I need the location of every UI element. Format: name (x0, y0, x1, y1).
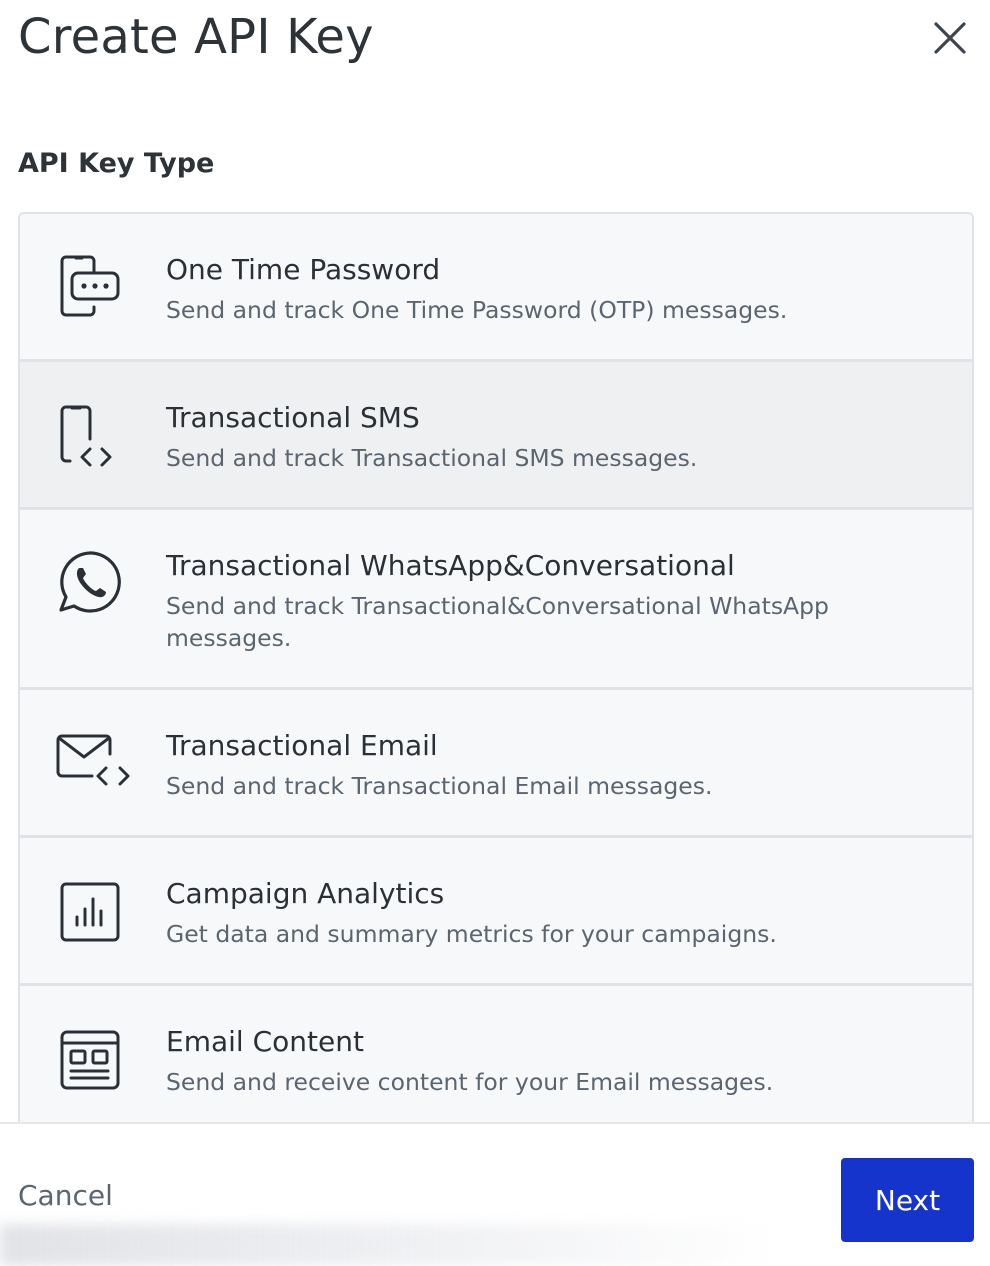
email-code-icon (52, 722, 136, 802)
option-title: Transactional WhatsApp&Conversational (166, 549, 735, 582)
close-icon (933, 21, 967, 55)
option-transactional-sms[interactable]: Transactional SMS Send and track Transac… (20, 362, 972, 510)
option-description: Send and track Transactional SMS message… (166, 444, 698, 472)
option-description: Send and track Transactional Email messa… (166, 772, 713, 800)
option-description: Send and track Transactional&Conversatio… (166, 592, 829, 652)
option-email-content[interactable]: Email Content Send and receive content f… (20, 986, 972, 1123)
api-key-type-label: API Key Type (18, 148, 215, 179)
option-title: Transactional Email (166, 729, 438, 762)
footer-shadow (0, 1224, 780, 1266)
api-key-type-list: One Time Password Send and track One Tim… (18, 212, 974, 1123)
option-title: Campaign Analytics (166, 877, 445, 910)
option-description: Send and receive content for your Email … (166, 1068, 774, 1096)
next-button[interactable]: Next (841, 1158, 974, 1242)
option-one-time-password[interactable]: One Time Password Send and track One Tim… (20, 214, 972, 362)
close-button[interactable] (930, 18, 970, 58)
option-description: Send and track One Time Password (OTP) m… (166, 296, 788, 324)
option-description: Get data and summary metrics for your ca… (166, 920, 777, 948)
otp-phone-icon (50, 246, 130, 326)
dialog-title: Create API Key (18, 9, 374, 65)
analytics-chart-icon (50, 872, 130, 952)
cancel-button[interactable]: Cancel (18, 1178, 113, 1214)
option-title: Email Content (166, 1025, 364, 1058)
whatsapp-icon (50, 542, 130, 622)
dialog-footer: Cancel Next (0, 1122, 990, 1266)
option-title: One Time Password (166, 253, 441, 286)
option-title: Transactional SMS (166, 401, 420, 434)
option-transactional-whatsapp[interactable]: Transactional WhatsApp&Conversational Se… (20, 510, 972, 690)
email-template-icon (50, 1020, 130, 1100)
phone-code-icon (50, 398, 130, 478)
option-campaign-analytics[interactable]: Campaign Analytics Get data and summary … (20, 838, 972, 986)
option-transactional-email[interactable]: Transactional Email Send and track Trans… (20, 690, 972, 838)
